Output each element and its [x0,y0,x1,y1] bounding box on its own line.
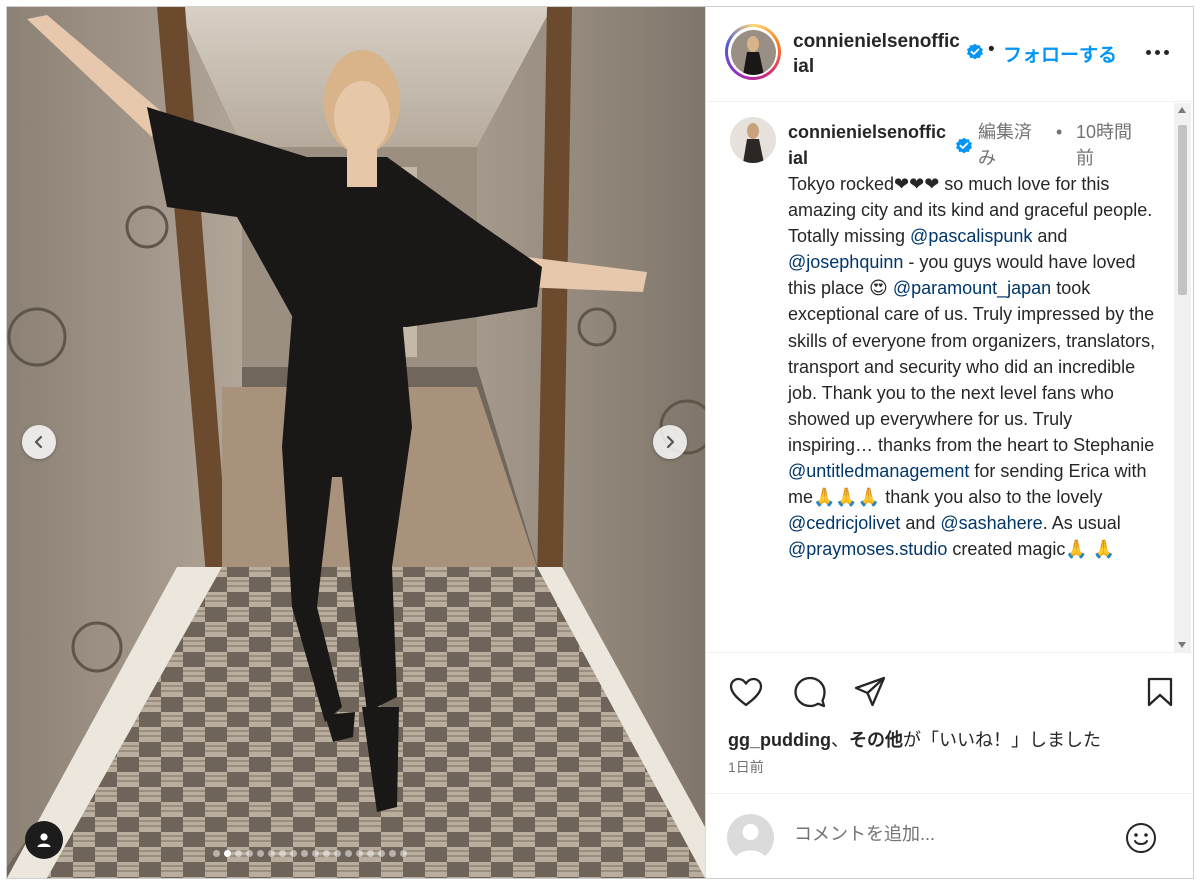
heart-icon [729,677,763,707]
previous-slide-button[interactable] [22,425,56,459]
caption-segment: took exceptional care of us. Truly impre… [788,278,1156,455]
post-media[interactable] [7,7,705,878]
carousel-dot [389,850,396,857]
carousel-dot [268,850,275,857]
comment-input[interactable] [794,824,1114,845]
mention-link[interactable]: @pascalispunk [910,226,1032,246]
carousel-dot [345,850,352,857]
comment-icon [794,676,826,708]
mention-link[interactable]: @josephquinn [788,252,903,272]
liked-by-user[interactable]: gg_pudding [728,730,831,750]
carousel-dot [290,850,297,857]
carousel-dot [312,850,319,857]
mention-link[interactable]: @cedricjolivet [788,513,900,533]
scroll-down-arrow-icon[interactable] [1178,642,1186,648]
more-options-button[interactable] [1142,42,1172,62]
caption-scrollbar[interactable] [1174,103,1191,652]
comment-button[interactable] [792,674,828,710]
header-separator: • [988,39,995,60]
follow-button[interactable]: フォローする [1003,40,1117,67]
scroll-up-arrow-icon[interactable] [1178,107,1186,113]
post-side-panel: connienielsenofficial • フォローする connienie… [705,7,1193,878]
likes-separator: 、 [830,730,849,750]
viewer-avatar [727,814,774,861]
caption-area: connienielsenofficial 編集済み • 10時間前 Tokyo… [706,103,1193,652]
tagged-users-button[interactable] [25,821,63,859]
caption-author-avatar[interactable] [730,117,776,163]
next-slide-button[interactable] [653,425,687,459]
carousel-dot [301,850,308,857]
save-button[interactable] [1142,674,1178,710]
instagram-post-window: connienielsenofficial • フォローする connienie… [6,6,1194,879]
post-header: connienielsenofficial • フォローする [706,7,1193,102]
emoji-button[interactable] [1124,821,1158,855]
carousel-dot [378,850,385,857]
carousel-dot [334,850,341,857]
post-photo [7,7,705,878]
caption-author-username[interactable]: connienielsenofficial [788,119,948,171]
author-username[interactable]: connienielsenofficial [793,29,965,79]
bookmark-icon [1147,677,1173,707]
avatar-image [730,29,776,75]
post-actions: gg_pudding、その他が「いいね！」しました 1日前 [706,652,1193,777]
mention-link[interactable]: @paramount_japan [893,278,1051,298]
carousel-dot [257,850,264,857]
caption-segment: and [900,513,941,534]
carousel-dot [367,850,374,857]
liked-others[interactable]: その他 [849,730,903,750]
carousel-dot [400,850,407,857]
chevron-left-icon [34,435,43,449]
meta-separator: • [1056,122,1063,142]
carousel-dot [323,850,330,857]
likes-summary[interactable]: gg_pudding、その他が「いいね！」しました [728,726,1101,752]
caption-segment: . As usual [1042,513,1121,534]
caption-text: Tokyo rocked❤❤❤ so much love for this am… [788,171,1160,562]
verified-badge-icon [956,137,972,154]
carousel-dot [235,850,242,857]
carousel-indicator [213,850,407,857]
caption-segment: created magic🙏 🙏 [947,539,1116,560]
default-avatar-icon [735,824,766,861]
share-button[interactable] [852,674,888,710]
carousel-dot [279,850,286,857]
edited-label: 編集済み [978,122,1032,168]
carousel-dot [246,850,253,857]
mention-link[interactable]: @untitledmanagement [788,461,969,481]
carousel-dot-active [224,850,231,857]
more-horizontal-icon [1145,49,1151,55]
likes-suffix: が「いいね！」しました [902,730,1101,750]
carousel-dot [213,850,220,857]
scroll-thumb[interactable] [1178,125,1187,295]
caption-segment: and [1032,226,1068,247]
mention-link[interactable]: @praymoses.studio [788,539,947,559]
user-tag-icon [37,833,51,847]
chevron-right-icon [666,435,675,449]
emoji-icon [1126,823,1156,853]
carousel-dot [356,850,363,857]
mention-link[interactable]: @sashahere [940,513,1042,533]
share-icon [854,676,886,707]
post-timestamp[interactable]: 10時間前 [1076,119,1148,171]
author-avatar[interactable] [725,24,781,80]
post-date[interactable]: 1日前 [728,757,764,777]
verified-badge-icon [967,43,983,60]
like-button[interactable] [728,674,764,710]
add-comment-bar [706,793,1193,878]
